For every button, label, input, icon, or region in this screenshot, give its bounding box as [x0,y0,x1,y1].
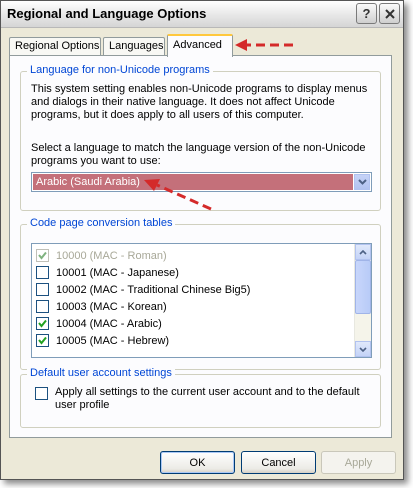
list-item-label: 10003 (MAC - Korean) [56,300,167,313]
close-button[interactable] [379,3,400,24]
close-x-icon [384,8,395,19]
group-title: Default user account settings [27,367,175,379]
code-page-list[interactable]: 10000 (MAC - Roman) 10001 (MAC - Japanes… [31,243,372,358]
tab-languages[interactable]: Languages [103,37,165,56]
checkmark-icon [38,336,47,345]
list-item-label: 10001 (MAC - Japanese) [56,266,179,279]
list-item[interactable]: 10001 (MAC - Japanese) [36,264,346,281]
tab-advanced[interactable]: Advanced [167,34,233,57]
list-item[interactable]: 10000 (MAC - Roman) [36,247,346,264]
annotation-arrow-icon [235,39,293,51]
tab-label: Advanced [173,39,222,51]
scroll-down-arrow-icon [359,346,367,352]
group-title: Code page conversion tables [27,217,176,229]
tab-label: Languages [109,40,164,52]
list-item[interactable]: 10002 (MAC - Traditional Chinese Big5) [36,281,346,298]
ok-button-label: OK [189,456,206,469]
apply-default-user-checkbox[interactable] [35,387,48,400]
ok-button[interactable]: OK [160,451,235,474]
description-line: programs, but it does apply to all users… [31,109,304,121]
list-item-label: 10004 (MAC - Arabic) [56,317,162,330]
advanced-tab-panel: Language for non-Unicode programs This s… [9,55,392,438]
checkmark-icon [38,319,47,328]
checkmark-icon [38,251,47,260]
description-line: This system setting enables non-Unicode … [31,83,368,95]
scroll-down-button[interactable] [355,341,371,357]
cancel-button-label: Cancel [261,456,296,469]
chevron-down-icon [357,179,367,185]
checkbox-label-line: Apply all settings to the current user a… [55,386,360,398]
description-line: and dialogs in their native language. It… [31,96,335,108]
list-item[interactable]: 10005 (MAC - Hebrew) [36,332,346,349]
apply-button-label: Apply [344,456,373,469]
title-bar[interactable]: Regional and Language Options ? [1,1,403,28]
group-title: Language for non-Unicode programs [27,64,213,76]
scroll-up-arrow-icon [359,249,367,255]
tab-label: Regional Options [15,40,100,52]
tab-regional-options[interactable]: Regional Options [9,37,101,56]
checkbox[interactable] [36,300,49,313]
apply-default-user-option[interactable]: Apply all settings to the current user a… [35,386,360,412]
list-item-label: 10000 (MAC - Roman) [56,249,167,262]
description-text: This system setting enables non-Unicode … [31,83,367,122]
checkbox[interactable] [36,317,49,330]
window-title: Regional and Language Options [7,6,207,21]
checkbox-label-line: user profile [55,399,110,411]
default-user-group: Default user account settings Apply all … [20,367,381,428]
checkbox-label: Apply all settings to the current user a… [55,386,360,412]
checkbox[interactable] [36,283,49,296]
cancel-button[interactable]: Cancel [241,451,316,474]
annotation-arrow-icon [144,179,212,211]
list-item[interactable]: 10003 (MAC - Korean) [36,298,346,315]
question-mark-icon: ? [362,6,371,21]
prompt-line: Select a language to match the language … [31,142,366,154]
checkbox[interactable] [36,266,49,279]
language-dropdown-button[interactable] [354,174,370,190]
code-page-group: Code page conversion tables 10000 (MAC -… [20,217,381,370]
apply-button[interactable]: Apply [321,451,396,474]
scrollbar-thumb[interactable] [355,260,371,314]
list-item-label: 10005 (MAC - Hebrew) [56,334,170,347]
dialog-window: Regional and Language Options ? Regional… [0,0,404,480]
list-item-label: 10002 (MAC - Traditional Chinese Big5) [56,283,251,296]
prompt-text: Select a language to match the language … [31,142,366,168]
scroll-up-button[interactable] [355,244,371,260]
list-item[interactable]: 10004 (MAC - Arabic) [36,315,346,332]
checkbox[interactable] [36,334,49,347]
prompt-line: programs you want to use: [31,155,161,167]
help-button[interactable]: ? [356,3,377,24]
vertical-scrollbar[interactable] [354,244,371,357]
checkbox[interactable] [36,249,49,262]
